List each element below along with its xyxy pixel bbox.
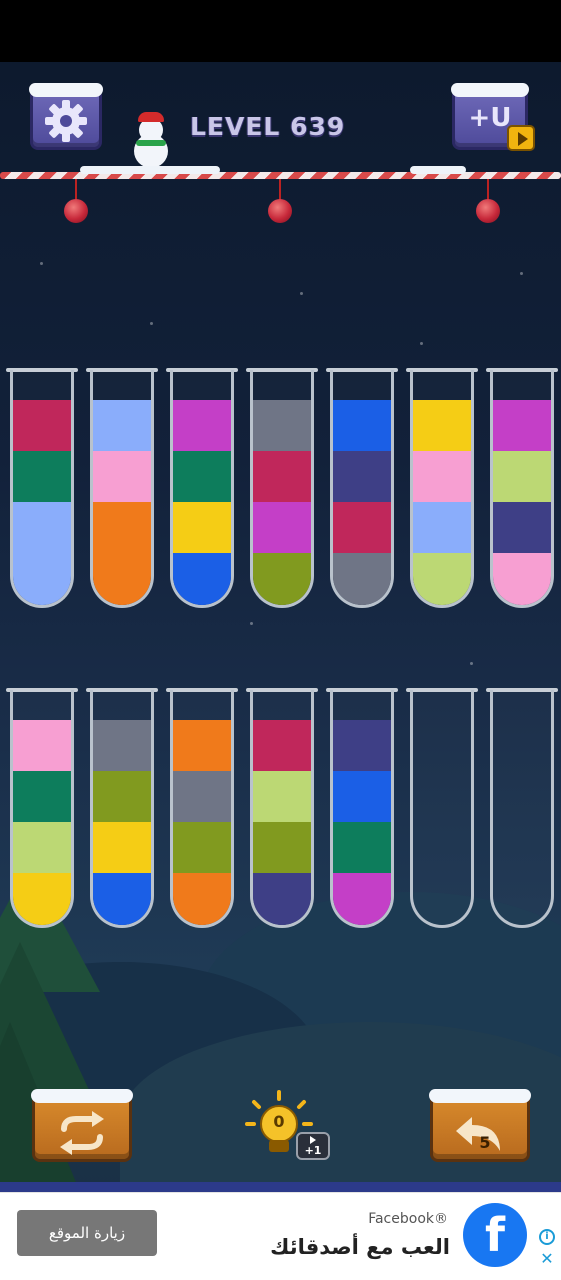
rope-snow <box>80 166 220 174</box>
undo-button[interactable]: 5 <box>429 1089 531 1162</box>
liquid-segment-light-blue <box>93 400 151 451</box>
liquid-segment-lime <box>493 451 551 502</box>
liquid-segment-olive <box>93 771 151 822</box>
ornament-string <box>487 179 489 201</box>
tube-2[interactable] <box>90 370 154 608</box>
liquid-segment-light-blue <box>13 553 71 605</box>
liquid-segment-magenta <box>493 400 551 451</box>
hint-button[interactable]: 0 +1 <box>244 1090 336 1164</box>
ornament-string <box>75 179 77 201</box>
liquid-segment-orange <box>173 720 231 771</box>
liquid-segment-blue <box>93 873 151 925</box>
tube-14[interactable] <box>490 690 554 928</box>
liquid-segment-crimson <box>253 451 311 502</box>
ornament <box>64 199 88 223</box>
settings-button[interactable] <box>29 83 103 150</box>
liquid-segment-gray <box>253 400 311 451</box>
ad-headline: العب مع أصدقائك <box>270 1235 450 1259</box>
liquid-segment-yellow <box>93 822 151 873</box>
liquid-segment-magenta <box>333 873 391 925</box>
liquid-segment-orange <box>173 873 231 925</box>
facebook-logo-icon: f <box>463 1203 527 1267</box>
liquid-segment-navy <box>493 502 551 553</box>
liquid-segment-teal <box>13 451 71 502</box>
liquid-segment-yellow <box>173 502 231 553</box>
tube-7[interactable] <box>490 370 554 608</box>
undo-count: 5 <box>479 1133 491 1152</box>
ornament <box>476 199 500 223</box>
level-title: LEVEL 639 <box>190 112 346 141</box>
liquid-segment-magenta <box>253 502 311 553</box>
liquid-segment-navy <box>333 451 391 502</box>
facebook-logo-letter: f <box>484 1208 505 1262</box>
ad-banner[interactable]: زيارة الموقع Facebook® العب مع أصدقائك f… <box>0 1192 561 1280</box>
liquid-segment-pink <box>13 720 71 771</box>
ornament-string <box>279 179 281 201</box>
tube-11[interactable] <box>250 690 314 928</box>
add-tube-button[interactable]: +U <box>451 83 535 151</box>
liquid-segment-lime <box>13 822 71 873</box>
tube-5[interactable] <box>330 370 394 608</box>
liquid-segment-lime <box>413 553 471 605</box>
play-icon <box>310 1136 316 1144</box>
gear-icon <box>45 100 87 142</box>
tube-9[interactable] <box>90 690 154 928</box>
close-icon[interactable]: ✕ <box>539 1251 555 1267</box>
liquid-segment-yellow <box>413 400 471 451</box>
liquid-segment-teal <box>173 451 231 502</box>
visit-site-button[interactable]: زيارة الموقع <box>17 1210 157 1256</box>
liquid-segment-teal <box>333 822 391 873</box>
tube-13[interactable] <box>410 690 474 928</box>
tube-6[interactable] <box>410 370 474 608</box>
info-icon[interactable]: i <box>539 1229 555 1245</box>
liquid-segment-blue <box>333 400 391 451</box>
snowman-decoration <box>128 112 174 172</box>
rope-snow <box>410 166 466 174</box>
liquid-segment-gray <box>333 553 391 605</box>
liquid-segment-magenta <box>173 400 231 451</box>
play-icon <box>507 125 535 151</box>
liquid-segment-pink <box>93 451 151 502</box>
hint-bonus-badge: +1 <box>296 1132 330 1160</box>
tube-4[interactable] <box>250 370 314 608</box>
liquid-segment-olive <box>253 822 311 873</box>
tube-12[interactable] <box>330 690 394 928</box>
liquid-segment-blue <box>333 771 391 822</box>
liquid-segment-navy <box>333 720 391 771</box>
liquid-segment-light-blue <box>13 502 71 553</box>
tube-10[interactable] <box>170 690 234 928</box>
restart-icon <box>60 1111 104 1155</box>
liquid-segment-light-blue <box>413 502 471 553</box>
liquid-segment-orange <box>93 502 151 553</box>
liquid-segment-olive <box>173 822 231 873</box>
liquid-segment-olive <box>253 553 311 605</box>
liquid-segment-teal <box>13 771 71 822</box>
tube-1[interactable] <box>10 370 74 608</box>
game-scene <box>0 62 561 1192</box>
bottom-strip <box>0 1182 561 1192</box>
ad-brand: Facebook® <box>368 1211 448 1227</box>
restart-button[interactable] <box>31 1089 133 1162</box>
liquid-segment-navy <box>253 873 311 925</box>
hint-count: 0 <box>273 1112 285 1131</box>
liquid-segment-crimson <box>13 400 71 451</box>
liquid-segment-lime <box>253 771 311 822</box>
liquid-segment-pink <box>493 553 551 605</box>
liquid-segment-crimson <box>253 720 311 771</box>
tube-3[interactable] <box>170 370 234 608</box>
liquid-segment-blue <box>173 553 231 605</box>
hint-bonus-label: +1 <box>304 1144 322 1157</box>
liquid-segment-crimson <box>333 502 391 553</box>
tube-8[interactable] <box>10 690 74 928</box>
liquid-segment-orange <box>93 553 151 605</box>
liquid-segment-yellow <box>13 873 71 925</box>
liquid-segment-pink <box>413 451 471 502</box>
liquid-segment-gray <box>173 771 231 822</box>
ornament <box>268 199 292 223</box>
status-bar <box>0 0 561 62</box>
liquid-segment-gray <box>93 720 151 771</box>
